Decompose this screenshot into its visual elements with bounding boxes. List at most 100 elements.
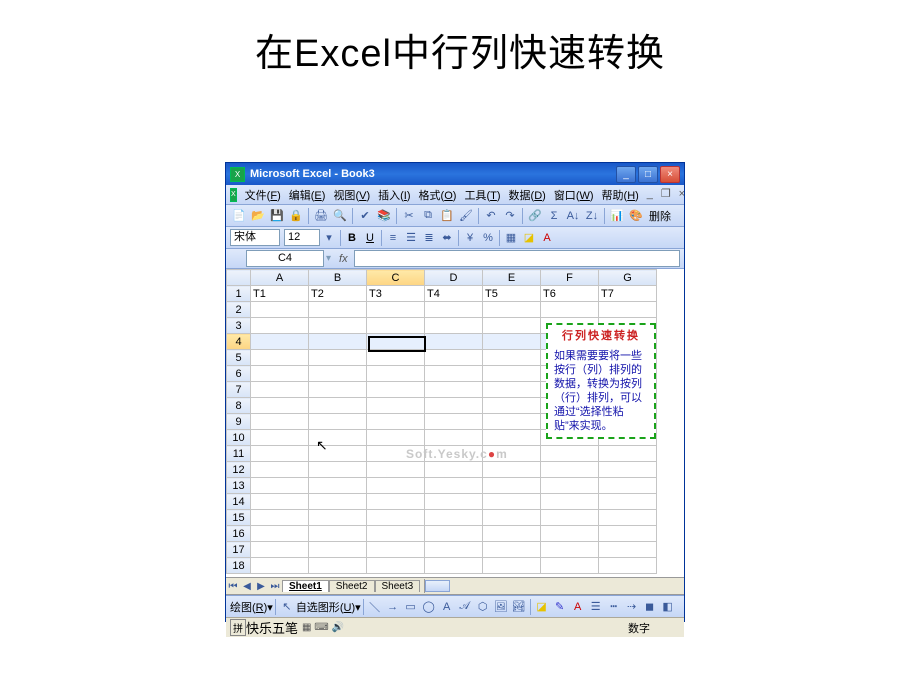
cell-D7[interactable]: [425, 382, 483, 398]
row-header-4[interactable]: 4: [227, 334, 251, 350]
cell-E15[interactable]: [483, 510, 541, 526]
row-header-10[interactable]: 10: [227, 430, 251, 446]
cell-F13[interactable]: [541, 478, 599, 494]
menu-help[interactable]: 帮助(H): [598, 187, 643, 203]
cell-F12[interactable]: [541, 462, 599, 478]
menu-file[interactable]: 文件(F): [241, 187, 285, 203]
cell-D4[interactable]: [425, 334, 483, 350]
font-color-draw-icon[interactable]: A: [569, 598, 587, 616]
cell-G1[interactable]: T7: [599, 286, 657, 302]
cell-F15[interactable]: [541, 510, 599, 526]
scroll-thumb[interactable]: [425, 580, 450, 592]
save-icon[interactable]: 💾: [268, 207, 286, 225]
format-painter-icon[interactable]: 🖌: [457, 207, 475, 225]
cell-D8[interactable]: [425, 398, 483, 414]
paste-icon[interactable]: 📋: [438, 207, 456, 225]
cell-A8[interactable]: [251, 398, 309, 414]
cell-D5[interactable]: [425, 350, 483, 366]
row-header-18[interactable]: 18: [227, 558, 251, 574]
cell-G17[interactable]: [599, 542, 657, 558]
cell-C14[interactable]: [367, 494, 425, 510]
picture-icon[interactable]: 🏞: [510, 598, 528, 616]
cell-G14[interactable]: [599, 494, 657, 510]
row-header-8[interactable]: 8: [227, 398, 251, 414]
cell-G18[interactable]: [599, 558, 657, 574]
borders-icon[interactable]: ▦: [502, 229, 520, 247]
col-header-E[interactable]: E: [483, 270, 541, 286]
cell-A10[interactable]: [251, 430, 309, 446]
menu-window[interactable]: 窗口(W): [550, 187, 598, 203]
font-name-select[interactable]: 宋体: [230, 229, 280, 246]
cell-B5[interactable]: [309, 350, 367, 366]
cell-A6[interactable]: [251, 366, 309, 382]
cell-C1[interactable]: T3: [367, 286, 425, 302]
cell-A12[interactable]: [251, 462, 309, 478]
cell-A1[interactable]: T1: [251, 286, 309, 302]
col-header-B[interactable]: B: [309, 270, 367, 286]
cell-C12[interactable]: [367, 462, 425, 478]
cell-F17[interactable]: [541, 542, 599, 558]
underline-button[interactable]: U: [361, 229, 379, 247]
cell-C16[interactable]: [367, 526, 425, 542]
line-icon[interactable]: ＼: [366, 598, 384, 616]
sheet-tab-3[interactable]: Sheet3: [375, 580, 421, 592]
col-header-F[interactable]: F: [541, 270, 599, 286]
undo-icon[interactable]: ↶: [482, 207, 500, 225]
copy-icon[interactable]: ⧉: [419, 207, 437, 225]
menu-view[interactable]: 视图(V): [329, 187, 374, 203]
maximize-button[interactable]: □: [638, 166, 658, 183]
cell-C17[interactable]: [367, 542, 425, 558]
print-icon[interactable]: 🖨: [312, 207, 330, 225]
cell-D13[interactable]: [425, 478, 483, 494]
wordart-icon[interactable]: 𝒜: [456, 598, 474, 616]
spreadsheet-grid[interactable]: ABCDEFG1T1T2T3T4T5T6T7234567891011121314…: [226, 269, 684, 577]
row-header-15[interactable]: 15: [227, 510, 251, 526]
textbox-icon[interactable]: A: [438, 598, 456, 616]
cell-E16[interactable]: [483, 526, 541, 542]
align-center-icon[interactable]: ☰: [402, 229, 420, 247]
cell-B9[interactable]: [309, 414, 367, 430]
cell-B4[interactable]: [309, 334, 367, 350]
cell-D18[interactable]: [425, 558, 483, 574]
cell-C6[interactable]: [367, 366, 425, 382]
sheet-tab-2[interactable]: Sheet2: [329, 580, 375, 592]
tab-nav-next-icon[interactable]: ▶: [254, 581, 268, 592]
doc-minimize-button[interactable]: _: [643, 188, 657, 202]
menu-format[interactable]: 格式(O): [415, 187, 461, 203]
cell-A2[interactable]: [251, 302, 309, 318]
cell-E3[interactable]: [483, 318, 541, 334]
rectangle-icon[interactable]: ▭: [402, 598, 420, 616]
cell-G12[interactable]: [599, 462, 657, 478]
cell-D10[interactable]: [425, 430, 483, 446]
cell-D2[interactable]: [425, 302, 483, 318]
cell-C9[interactable]: [367, 414, 425, 430]
fx-icon[interactable]: fx: [339, 253, 348, 265]
dash-style-icon[interactable]: ┅: [605, 598, 623, 616]
menu-edit[interactable]: 编辑(E): [285, 187, 330, 203]
cell-D12[interactable]: [425, 462, 483, 478]
cell-C8[interactable]: [367, 398, 425, 414]
percent-icon[interactable]: %: [479, 229, 497, 247]
autoshapes-menu[interactable]: 自选图形(U)▾: [296, 599, 361, 615]
row-header-14[interactable]: 14: [227, 494, 251, 510]
new-icon[interactable]: 📄: [230, 207, 248, 225]
cell-E17[interactable]: [483, 542, 541, 558]
open-icon[interactable]: 📂: [249, 207, 267, 225]
row-header-1[interactable]: 1: [227, 286, 251, 302]
cell-A9[interactable]: [251, 414, 309, 430]
fill-color-draw-icon[interactable]: ◪: [533, 598, 551, 616]
cell-B12[interactable]: [309, 462, 367, 478]
formula-bar[interactable]: [354, 250, 680, 267]
cell-E4[interactable]: [483, 334, 541, 350]
cell-A13[interactable]: [251, 478, 309, 494]
cell-A4[interactable]: [251, 334, 309, 350]
drawing-icon[interactable]: 🎨: [627, 207, 645, 225]
cell-E10[interactable]: [483, 430, 541, 446]
cell-B3[interactable]: [309, 318, 367, 334]
row-header-5[interactable]: 5: [227, 350, 251, 366]
cell-E7[interactable]: [483, 382, 541, 398]
cell-C13[interactable]: [367, 478, 425, 494]
arrow-icon[interactable]: →: [384, 598, 402, 616]
col-header-A[interactable]: A: [251, 270, 309, 286]
cell-B15[interactable]: [309, 510, 367, 526]
